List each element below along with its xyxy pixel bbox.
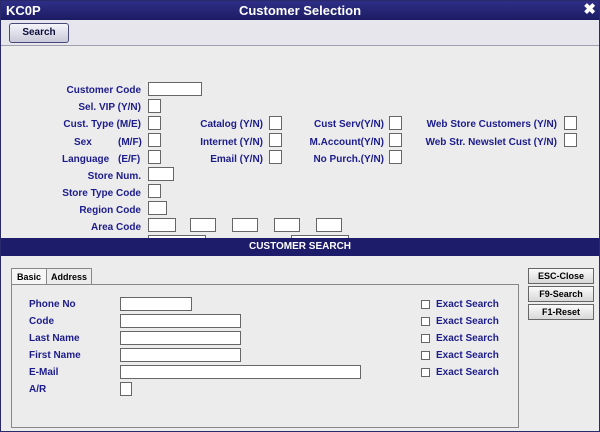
store-num-label: Store Num. bbox=[87, 171, 141, 182]
esc-close-button[interactable]: ESC-Close bbox=[528, 268, 594, 284]
f9-search-button[interactable]: F9-Search bbox=[528, 286, 594, 302]
area-code-field-4[interactable] bbox=[274, 218, 300, 232]
first-name-label: First Name bbox=[29, 350, 81, 361]
close-icon[interactable]: ✖ bbox=[583, 1, 596, 19]
customer-code-label: Customer Code bbox=[66, 85, 141, 96]
code-input[interactable] bbox=[120, 314, 241, 328]
toolbar: Search bbox=[1, 20, 599, 46]
web-store-customers-field[interactable] bbox=[564, 116, 577, 130]
basic-tab-panel: Phone No Code Last Name First Name E-Mai… bbox=[11, 284, 519, 428]
area-code-field-3[interactable] bbox=[232, 218, 258, 232]
last-name-label: Last Name bbox=[29, 333, 80, 344]
email-yn-field[interactable] bbox=[269, 150, 282, 164]
m-account-field[interactable] bbox=[389, 133, 402, 147]
customer-selection-window: KC0P Customer Selection ✖ Search Custome… bbox=[0, 0, 600, 432]
language-options: (E/F) bbox=[118, 154, 141, 165]
cust-serv-label: Cust Serv(Y/N) bbox=[313, 119, 384, 130]
catalog-label: Catalog (Y/N) bbox=[200, 119, 263, 130]
exact-search-label-1: Exact Search bbox=[436, 299, 499, 310]
language-label: Language bbox=[62, 154, 110, 165]
web-store-customers-label: Web Store Customers (Y/N) bbox=[426, 119, 557, 130]
phone-label: Phone No bbox=[29, 299, 76, 310]
exact-search-checkbox-5[interactable] bbox=[421, 368, 430, 377]
sel-vip-field[interactable] bbox=[148, 99, 161, 113]
search-tabs: Basic Address Phone No Code Last Name Fi… bbox=[11, 268, 519, 428]
cust-type-field[interactable] bbox=[148, 116, 161, 130]
exact-search-checkbox-3[interactable] bbox=[421, 334, 430, 343]
ar-label: A/R bbox=[29, 384, 47, 395]
email-label: E-Mail bbox=[29, 367, 59, 378]
f1-reset-button[interactable]: F1-Reset bbox=[528, 304, 594, 320]
no-purch-field[interactable] bbox=[389, 150, 402, 164]
title-bar: KC0P Customer Selection ✖ bbox=[1, 1, 599, 20]
store-num-field[interactable] bbox=[148, 167, 174, 181]
email-yn-label: Email (Y/N) bbox=[210, 154, 263, 165]
customer-code-field[interactable] bbox=[148, 82, 202, 96]
region-code-label: Region Code bbox=[79, 205, 141, 216]
exact-search-checkbox-4[interactable] bbox=[421, 351, 430, 360]
store-type-code-label: Store Type Code bbox=[62, 188, 141, 199]
area-code-field-1[interactable] bbox=[148, 218, 176, 232]
ar-input[interactable] bbox=[120, 382, 132, 396]
exact-search-label-3: Exact Search bbox=[436, 333, 499, 344]
area-code-field-5[interactable] bbox=[316, 218, 342, 232]
sex-label: Sex bbox=[74, 137, 92, 148]
internet-field[interactable] bbox=[269, 133, 282, 147]
cust-serv-field[interactable] bbox=[389, 116, 402, 130]
region-code-field[interactable] bbox=[148, 201, 167, 215]
last-name-input[interactable] bbox=[120, 331, 241, 345]
search-button[interactable]: Search bbox=[9, 23, 69, 43]
internet-label: Internet (Y/N) bbox=[200, 137, 263, 148]
exact-search-label-4: Exact Search bbox=[436, 350, 499, 361]
sel-vip-label: Sel. VIP (Y/N) bbox=[78, 102, 141, 113]
phone-input[interactable] bbox=[120, 297, 192, 311]
customer-search-panel: Basic Address Phone No Code Last Name Fi… bbox=[1, 256, 599, 431]
sex-field[interactable] bbox=[148, 133, 161, 147]
sex-options: (M/F) bbox=[118, 137, 142, 148]
area-code-label: Area Code bbox=[90, 222, 141, 233]
area-code-field-2[interactable] bbox=[190, 218, 216, 232]
exact-search-label-5: Exact Search bbox=[436, 367, 499, 378]
tab-basic[interactable]: Basic bbox=[11, 268, 47, 285]
language-field[interactable] bbox=[148, 150, 161, 164]
web-newsletter-field[interactable] bbox=[564, 133, 577, 147]
customer-search-header: CUSTOMER SEARCH bbox=[1, 238, 599, 256]
code-label: Code bbox=[29, 316, 54, 327]
store-type-code-field[interactable] bbox=[148, 184, 161, 198]
exact-search-checkbox-2[interactable] bbox=[421, 317, 430, 326]
web-newsletter-label: Web Str. Newslet Cust (Y/N) bbox=[425, 137, 557, 148]
window-title: Customer Selection bbox=[238, 3, 362, 18]
tab-address[interactable]: Address bbox=[46, 268, 92, 285]
exact-search-checkbox-1[interactable] bbox=[421, 300, 430, 309]
catalog-field[interactable] bbox=[269, 116, 282, 130]
no-purch-label: No Purch.(Y/N) bbox=[313, 154, 384, 165]
email-input[interactable] bbox=[120, 365, 361, 379]
cust-type-label: Cust. Type (M/E) bbox=[63, 119, 141, 130]
exact-search-label-2: Exact Search bbox=[436, 316, 499, 327]
m-account-label: M.Account(Y/N) bbox=[309, 137, 384, 148]
first-name-input[interactable] bbox=[120, 348, 241, 362]
